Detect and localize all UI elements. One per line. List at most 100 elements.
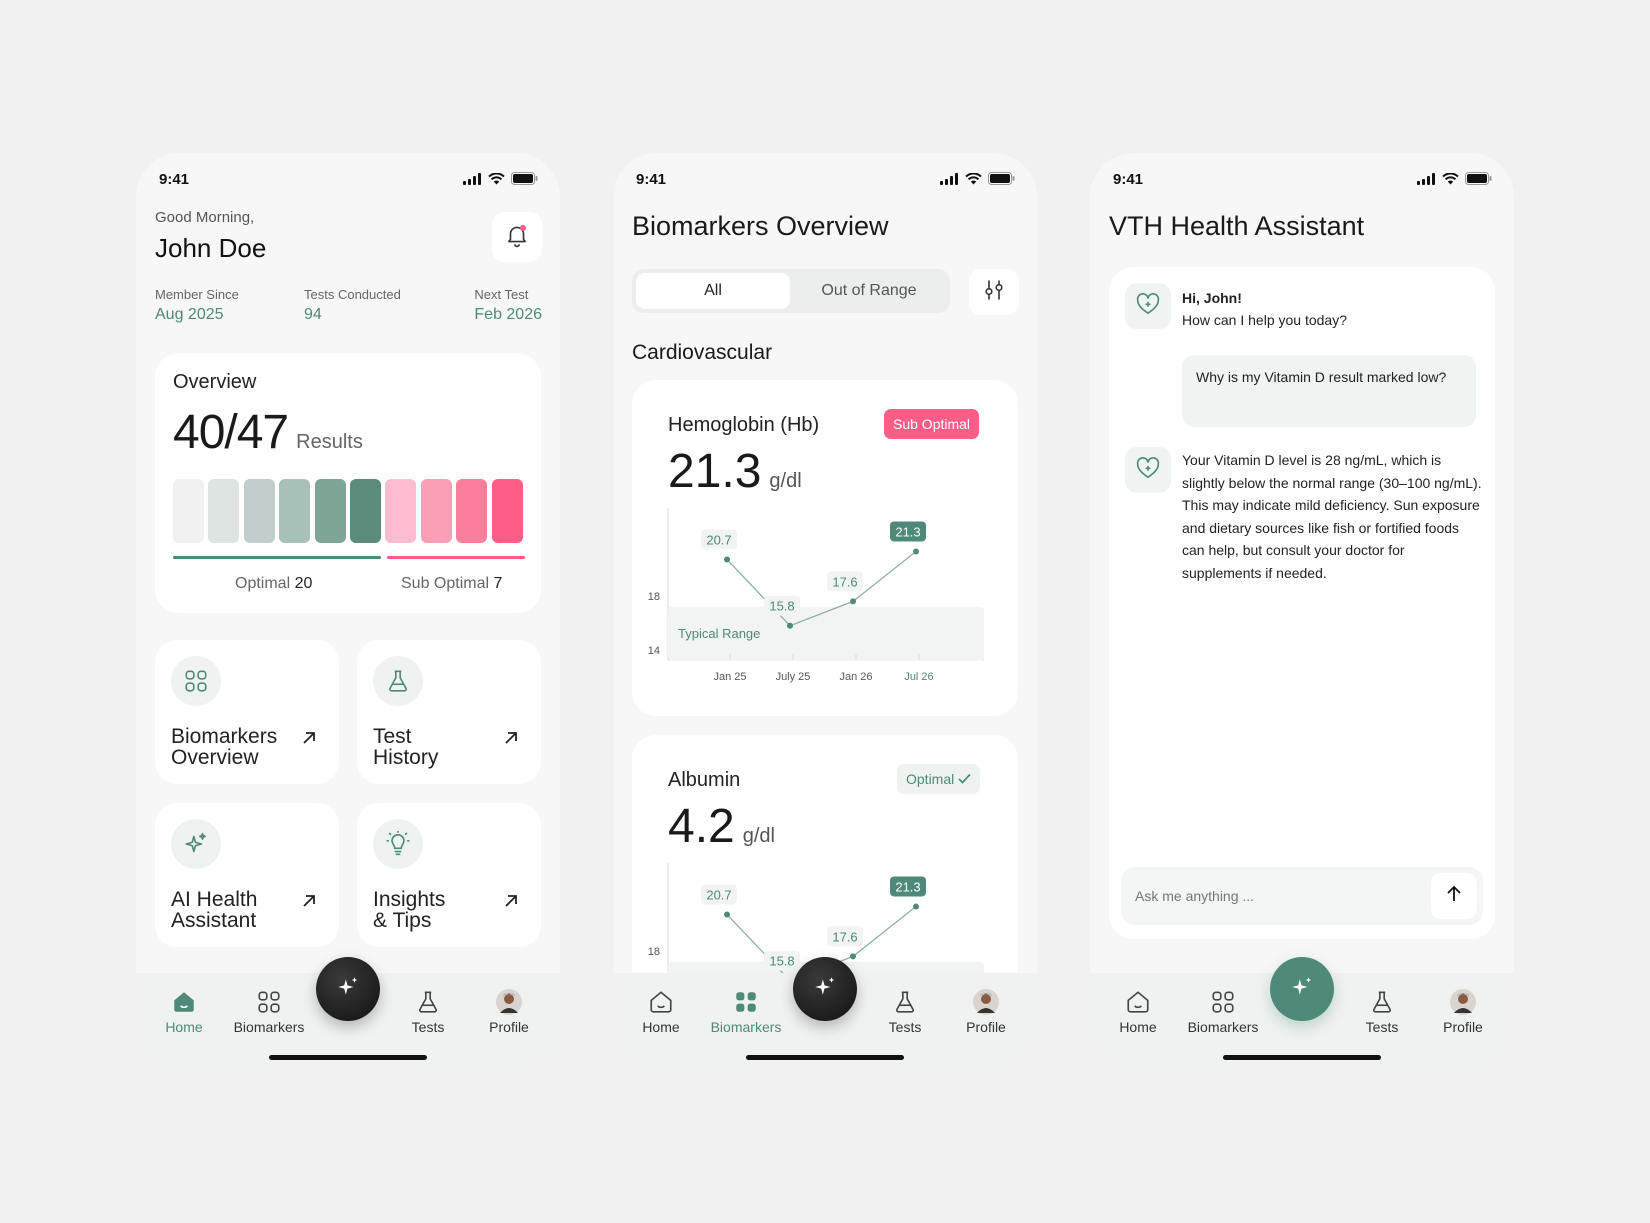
status-badge: Sub Optimal xyxy=(884,409,980,439)
filter-segmented-control: All Out of Range xyxy=(632,269,950,313)
trend-chart: Typical Range 18 14 Jan 25 July 25 Jan 26 Jul … xyxy=(632,500,1018,700)
data-point xyxy=(850,598,856,605)
sparkle-icon xyxy=(171,819,221,869)
result-bar xyxy=(456,479,488,543)
nav-profile[interactable]: Profile xyxy=(946,989,1026,1035)
nav-tests[interactable]: Tests xyxy=(388,989,468,1035)
arrow-up-right-icon xyxy=(301,893,317,914)
user-name: John Doe xyxy=(155,233,267,263)
optimal-value: 20 xyxy=(294,575,313,592)
chat-input[interactable] xyxy=(1135,879,1415,913)
wifi-icon xyxy=(488,172,505,190)
result-bar xyxy=(420,479,452,543)
nav-home[interactable]: Home xyxy=(621,989,701,1035)
flask-icon xyxy=(415,989,441,1015)
tile-label: Test xyxy=(373,725,412,748)
tile-label: History xyxy=(373,746,439,769)
filter-button[interactable] xyxy=(969,269,1019,315)
nav-home[interactable]: Home xyxy=(1098,989,1178,1035)
ai-fab-button[interactable] xyxy=(316,957,380,1021)
data-label: 21.3 xyxy=(895,524,920,539)
grid-icon xyxy=(733,989,759,1015)
wifi-icon xyxy=(1442,172,1459,190)
arrow-up-icon xyxy=(1445,885,1463,908)
sparkle-icon xyxy=(812,974,838,1005)
nav-profile[interactable]: Profile xyxy=(1423,989,1503,1035)
optimal-label: Optimal xyxy=(235,575,291,592)
results-count: 40/47 xyxy=(173,406,289,459)
phone-biomarkers-screen: 9:41 Biomarkers Overview All Out of Rang… xyxy=(613,153,1037,1071)
x-tick-label: Jan 26 xyxy=(839,671,872,683)
status-bar: 9:41 xyxy=(1090,153,1514,209)
home-indicator xyxy=(746,1055,904,1060)
stat-member-since: Member Since Aug 2025 xyxy=(155,287,239,324)
stat-value: Aug 2025 xyxy=(155,306,224,323)
tile-label: Assistant xyxy=(171,909,257,932)
biomarker-unit: g/dl xyxy=(742,825,775,847)
ai-fab-button[interactable] xyxy=(793,957,857,1021)
tile-label: Insights xyxy=(373,888,446,911)
arrow-up-right-icon xyxy=(503,893,519,914)
data-point xyxy=(913,548,919,555)
greeting: Good Morning, xyxy=(155,209,255,226)
overview-card[interactable]: Overview 40/47 Results Optimal 20 Sub Op… xyxy=(155,353,541,613)
battery-icon xyxy=(1465,172,1492,190)
heart-plus-icon xyxy=(1135,291,1161,322)
nav-tests[interactable]: Tests xyxy=(1342,989,1422,1035)
signal-icon xyxy=(463,172,482,190)
chat-panel: Hi, John! How can I help you today? Why … xyxy=(1109,267,1495,939)
status-bar: 9:41 xyxy=(136,153,560,209)
stat-label: Member Since xyxy=(155,287,239,302)
send-button[interactable] xyxy=(1431,873,1477,919)
section-title: Cardiovascular xyxy=(632,341,773,364)
data-point xyxy=(850,953,856,960)
nav-label: Biomarkers xyxy=(233,1019,305,1035)
nav-label: Biomarkers xyxy=(710,1019,782,1035)
page-title: Biomarkers Overview xyxy=(632,211,889,241)
x-tick-label: July 25 xyxy=(776,671,811,683)
nav-biomarkers[interactable]: Biomarkers xyxy=(1177,989,1269,1035)
stat-value: Feb 2026 xyxy=(474,306,542,323)
signal-icon xyxy=(1417,172,1436,190)
home-indicator xyxy=(269,1055,427,1060)
nav-biomarkers[interactable]: Biomarkers xyxy=(223,989,315,1035)
result-bar xyxy=(279,479,311,543)
data-point xyxy=(913,903,919,910)
optimal-bar xyxy=(173,556,381,559)
tab-all[interactable]: All xyxy=(636,273,790,309)
biomarker-name: Albumin xyxy=(668,769,741,791)
results-bars xyxy=(173,479,525,543)
tab-out-of-range[interactable]: Out of Range xyxy=(792,273,946,309)
home-indicator xyxy=(1223,1055,1381,1060)
nav-biomarkers[interactable]: Biomarkers xyxy=(700,989,792,1035)
data-label: 15.8 xyxy=(769,599,794,614)
stat-next-test: Next Test Feb 2026 xyxy=(474,287,542,324)
x-tick-label: Jan 25 xyxy=(713,671,746,683)
tile-insights-tips[interactable]: Insights & Tips xyxy=(357,803,541,947)
biomarker-unit: g/dl xyxy=(769,470,802,492)
y-tick-label: 18 xyxy=(648,591,660,603)
avatar xyxy=(973,989,999,1015)
ai-fab-button[interactable] xyxy=(1270,957,1334,1021)
avatar xyxy=(1450,989,1476,1015)
notification-button[interactable] xyxy=(492,212,542,262)
overview-title: Overview xyxy=(173,371,257,393)
nav-home[interactable]: Home xyxy=(144,989,224,1035)
x-tick-label: Jul 26 xyxy=(904,671,933,683)
nav-label: Profile xyxy=(966,1019,1006,1035)
bot-greeting-line: How can I help you today? xyxy=(1182,312,1347,328)
suboptimal-label: Sub Optimal xyxy=(401,575,490,592)
tile-test-history[interactable]: Test History xyxy=(357,640,541,784)
nav-label: Home xyxy=(1119,1019,1157,1035)
tile-biomarkers-overview[interactable]: Biomarkers Overview xyxy=(155,640,339,784)
tile-ai-health-assistant[interactable]: AI Health Assistant xyxy=(155,803,339,947)
nav-label: Tests xyxy=(888,1019,922,1035)
nav-tests[interactable]: Tests xyxy=(865,989,945,1035)
arrow-up-right-icon xyxy=(503,730,519,751)
biomarker-card-hemoglobin[interactable]: Hemoglobin (Hb) Sub Optimal 21.3 g/dl Ty… xyxy=(632,380,1018,716)
nav-profile[interactable]: Profile xyxy=(469,989,549,1035)
suboptimal-value: 7 xyxy=(493,575,503,592)
nav-label: Tests xyxy=(1365,1019,1399,1035)
result-bar xyxy=(385,479,417,543)
phone-assistant-screen: 9:41 VTH Health Assistant Hi, John! How … xyxy=(1090,153,1514,1071)
